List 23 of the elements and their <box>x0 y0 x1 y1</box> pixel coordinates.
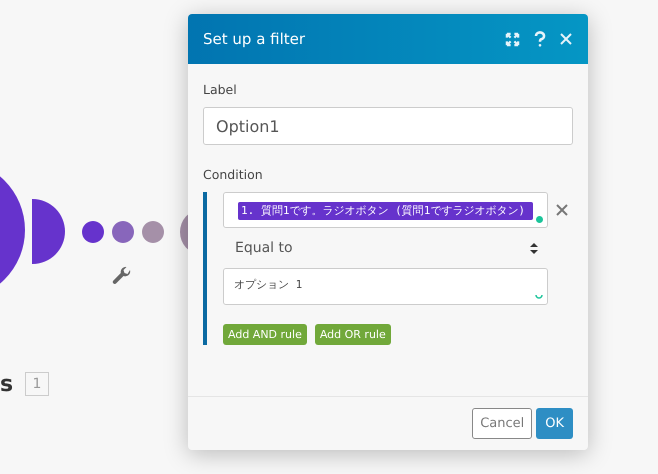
sort-caret-icon <box>530 242 538 254</box>
expand-icon[interactable] <box>505 32 520 46</box>
condition-caption: Condition <box>203 167 264 182</box>
operator-select[interactable]: Equal to <box>223 234 548 262</box>
ok-button[interactable]: OK <box>536 408 573 439</box>
operator-text: Equal to <box>235 240 293 256</box>
spinner-icon <box>535 294 543 300</box>
label-input[interactable]: Option1 <box>203 107 573 145</box>
variable-tag[interactable]: 1. 質問1です。ラジオボタン (質問1ですラジオボタン) <box>238 202 533 220</box>
status-dot <box>536 216 543 223</box>
remove-icon[interactable] <box>556 204 568 216</box>
value-field[interactable]: オプション 1 <box>223 268 548 305</box>
dialog-title: Set up a filter <box>203 30 306 48</box>
connector-dot <box>82 221 104 243</box>
close-icon[interactable] <box>560 33 572 45</box>
cancel-button[interactable]: Cancel <box>472 408 532 439</box>
connector-dot <box>112 221 134 243</box>
help-icon[interactable] <box>534 31 546 47</box>
operand-field[interactable]: 1. 質問1です。ラジオボタン (質問1ですラジオボタン) <box>223 192 548 228</box>
label-caption: Label <box>203 82 238 97</box>
module-count: 1 <box>25 372 49 396</box>
module-name: s <box>0 372 14 397</box>
connector-dot <box>142 221 164 243</box>
